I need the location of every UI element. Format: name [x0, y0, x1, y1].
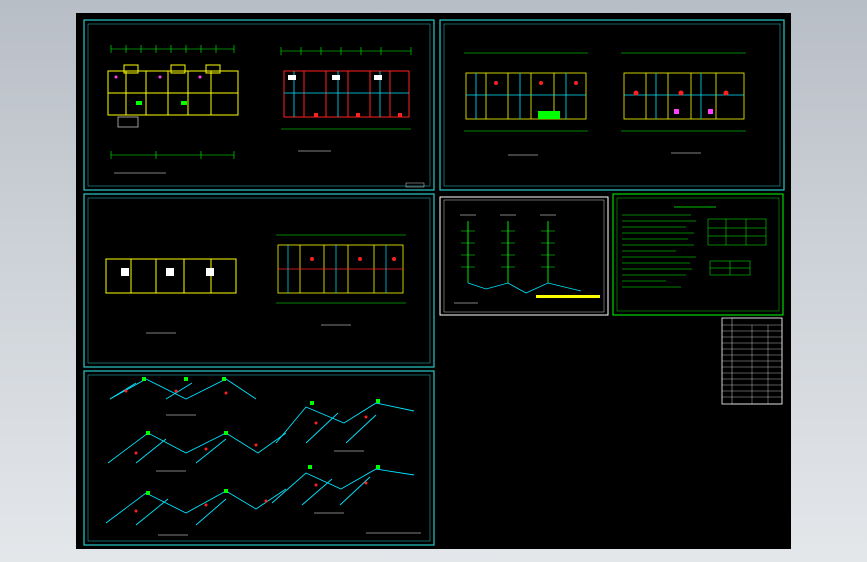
drawing-sheet-5[interactable]	[439, 196, 609, 316]
drawing-sheet-1[interactable]	[83, 19, 435, 191]
title-block-table[interactable]	[721, 317, 783, 405]
drawing-sheet-3[interactable]	[83, 193, 435, 368]
cad-model-viewport[interactable]	[76, 13, 791, 549]
drawing-sheet-2[interactable]	[439, 19, 785, 191]
drawing-sheet-4[interactable]	[83, 370, 435, 546]
drawing-sheet-6[interactable]	[612, 193, 784, 316]
